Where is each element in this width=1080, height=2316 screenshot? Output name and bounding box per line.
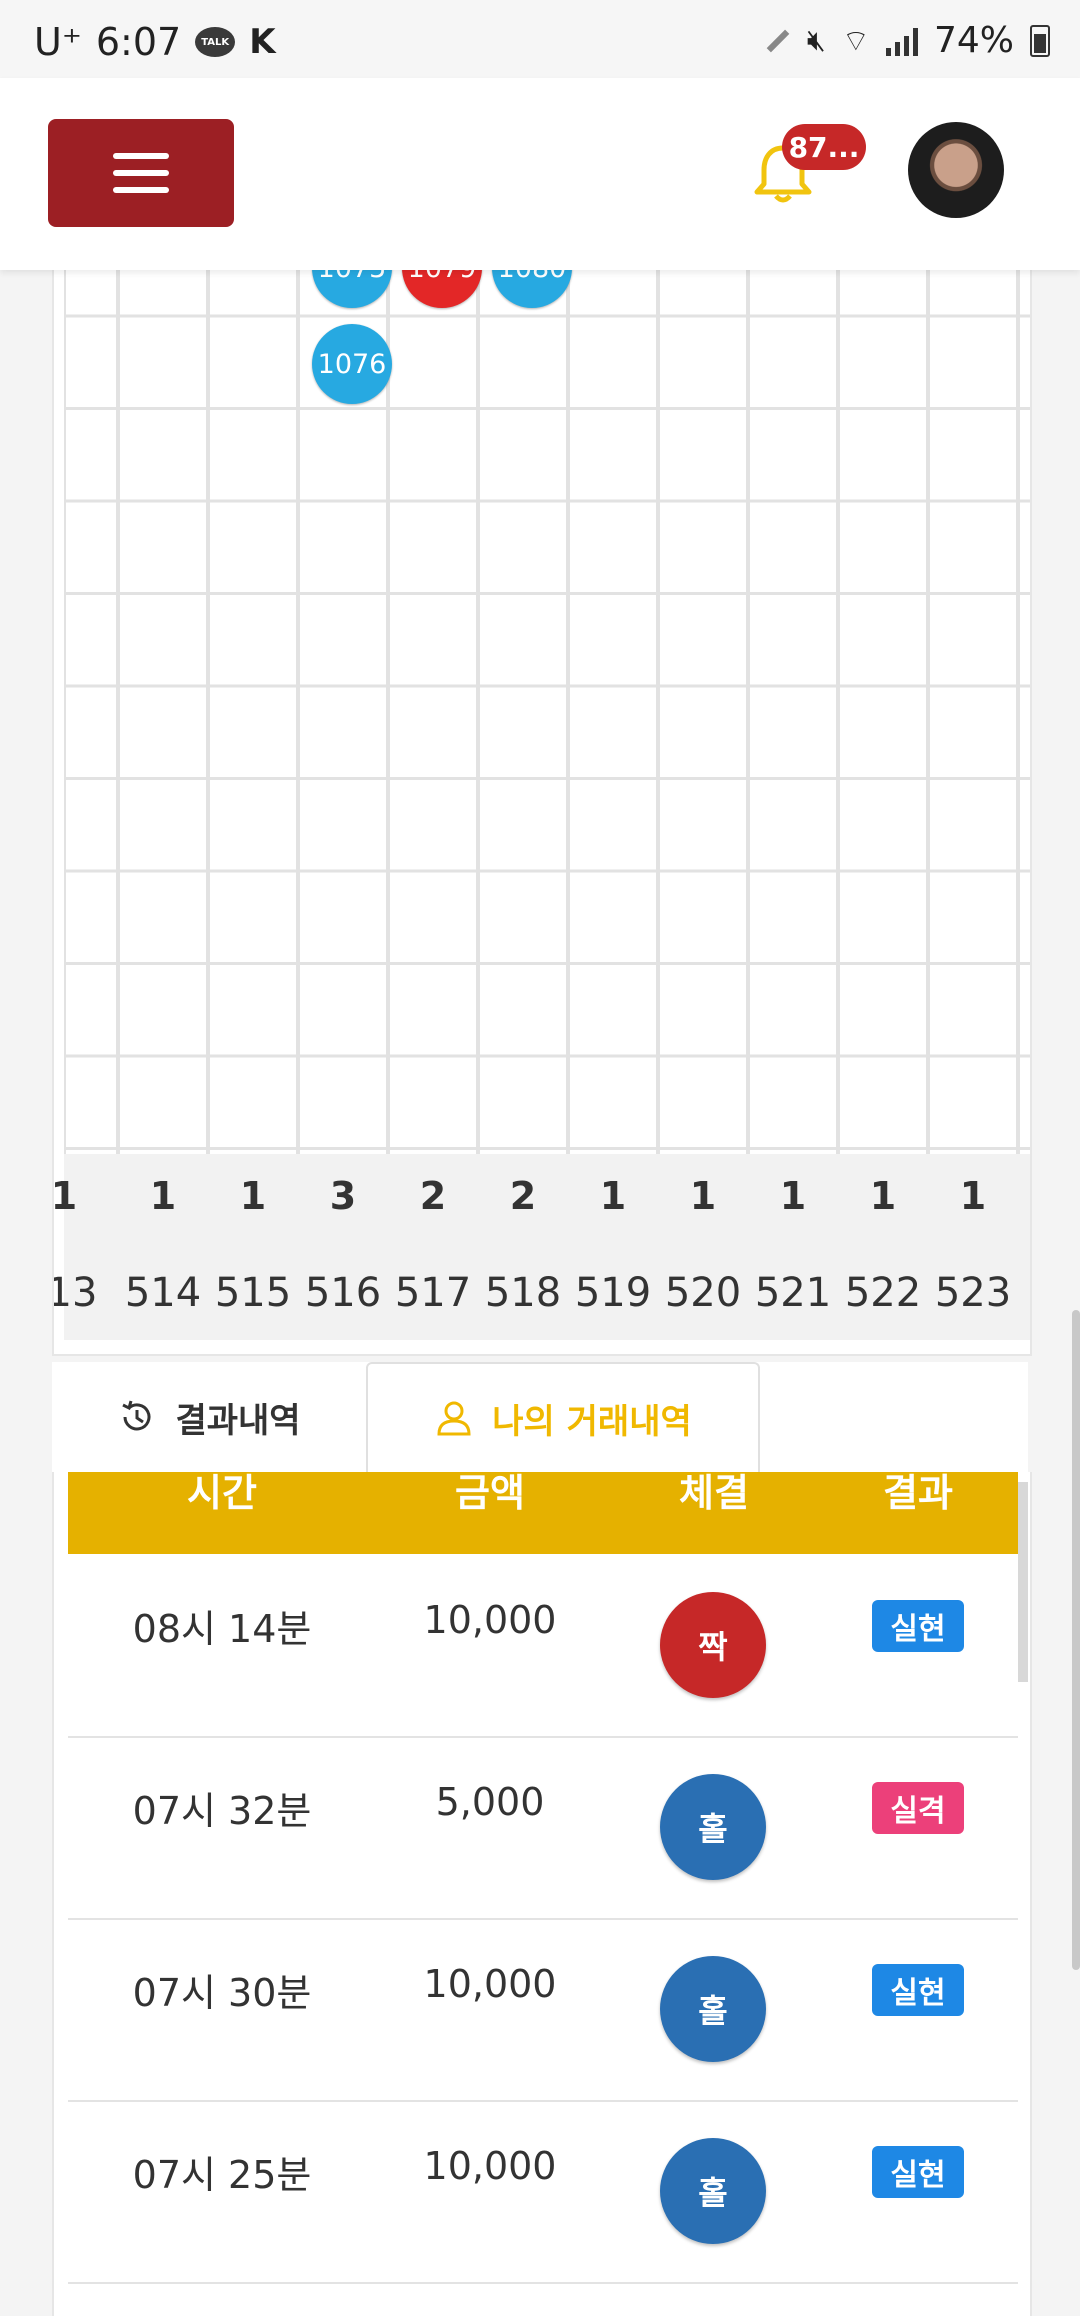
- result-badge: 실격: [872, 1782, 964, 1834]
- result-grid-panel: 1075 1079 1080 1076 11132211111 13514515…: [52, 250, 1032, 1356]
- history-icon: [122, 1400, 151, 1431]
- count-cell: 1: [52, 1174, 78, 1218]
- tab-results-label: 결과내역: [175, 1400, 301, 1441]
- count-cell: 2: [509, 1174, 537, 1218]
- avatar[interactable]: [908, 122, 1004, 218]
- pick-chip: 홀: [660, 2138, 766, 2244]
- round-number-cell: 517: [394, 1270, 472, 1316]
- trade-history-table: 시간 금액 체결 결과 08시 14분 10,000 짝 실현 07시 32분 …: [52, 1472, 1032, 2316]
- pick-chip: 홀: [660, 1774, 766, 1880]
- hamburger-icon: [113, 153, 169, 159]
- wifi-icon: ⌔: [841, 23, 870, 59]
- result-badge: 실현: [872, 2146, 964, 2198]
- battery-percent: 74%: [933, 20, 1014, 61]
- user-icon: [437, 1401, 471, 1436]
- row-amount: 10,000: [423, 1598, 557, 1642]
- header-result: 결과: [883, 1472, 953, 1515]
- round-number-row: 13 514 515 516 517 518 519 520 521 522 523: [54, 1246, 1030, 1340]
- round-number-cell: 521: [754, 1270, 832, 1316]
- header-amount: 금액: [455, 1472, 525, 1515]
- tab-results[interactable]: 결과내역: [52, 1362, 366, 1472]
- count-cell: 1: [239, 1174, 267, 1218]
- row-time: 08시 14분: [132, 1607, 312, 1651]
- menu-button[interactable]: [48, 119, 234, 227]
- count-cell: 1: [959, 1174, 987, 1218]
- result-badge: 실현: [872, 1600, 964, 1652]
- round-number-cell: 518: [484, 1270, 562, 1316]
- page-scrollbar[interactable]: [1072, 1310, 1080, 1970]
- round-number-cell: 514: [124, 1270, 202, 1316]
- k-notification-icon: K: [249, 22, 276, 62]
- row-amount: 5,000: [435, 1780, 545, 1824]
- count-row: 1 1 1 3 2 2 1 1 1 1 1: [54, 1154, 1030, 1246]
- count-cell: 1: [599, 1174, 627, 1218]
- table-row: 08시 14분 10,000 짝 실현: [68, 1554, 1018, 1738]
- pencil-icon: [766, 29, 790, 52]
- count-cell: 1: [869, 1174, 897, 1218]
- round-number-cell: 13: [54, 1270, 98, 1316]
- table-row: 07시 30분 10,000 홀 실현: [68, 1918, 1018, 2102]
- header-time: 시간: [187, 1472, 257, 1515]
- result-badge: 실현: [872, 1964, 964, 2016]
- tab-bar: 결과내역 나의 거래내역: [52, 1362, 1028, 1474]
- clock: 6:07: [95, 20, 182, 64]
- app-header: 87...: [0, 78, 1080, 270]
- table-row: 07시 25분 10,000 홀 실현: [68, 2100, 1018, 2284]
- table-scrollbar[interactable]: [1018, 1482, 1028, 1682]
- table-header: 시간 금액 체결 결과: [68, 1472, 1018, 1554]
- count-cell: 3: [329, 1174, 357, 1218]
- tab-my-trades[interactable]: 나의 거래내역: [366, 1362, 760, 1472]
- row-time: 07시 25분: [132, 2153, 312, 2197]
- count-cell: 1: [779, 1174, 807, 1218]
- carrier-label: U⁺: [34, 20, 82, 64]
- table-row: 07시 32분 5,000 홀 실격: [68, 1736, 1018, 1920]
- round-number-cell: 516: [304, 1270, 382, 1316]
- signal-icon: [885, 26, 918, 56]
- pick-chip: 홀: [660, 1956, 766, 2062]
- tab-my-trades-label: 나의 거래내역: [492, 1401, 692, 1442]
- status-bar: U⁺ 6:07 TALK K 🔇︎ ⌔ 74%: [0, 0, 1080, 78]
- notification-badge: 87...: [782, 124, 866, 170]
- grid-circle: 1076: [312, 324, 392, 404]
- round-number-cell: 519: [574, 1270, 652, 1316]
- header-pick: 체결: [679, 1472, 749, 1515]
- row-time: 07시 32분: [132, 1789, 312, 1833]
- row-amount: 10,000: [423, 1962, 557, 2006]
- round-number-cell: 515: [214, 1270, 292, 1316]
- count-cell: 1: [149, 1174, 177, 1218]
- row-amount: 10,000: [423, 2144, 557, 2188]
- round-number-cell: 522: [844, 1270, 922, 1316]
- mute-icon: 🔇︎: [806, 23, 826, 58]
- round-number-cell: 523: [934, 1270, 1012, 1316]
- round-number-cell: 520: [664, 1270, 742, 1316]
- battery-icon: [1030, 24, 1050, 57]
- kakaotalk-icon: TALK: [195, 27, 236, 57]
- count-cell: 2: [419, 1174, 447, 1218]
- grid-lines: [64, 252, 1030, 1154]
- count-cell: 1: [689, 1174, 717, 1218]
- row-time: 07시 30분: [132, 1971, 312, 2015]
- pick-chip: 짝: [660, 1592, 766, 1698]
